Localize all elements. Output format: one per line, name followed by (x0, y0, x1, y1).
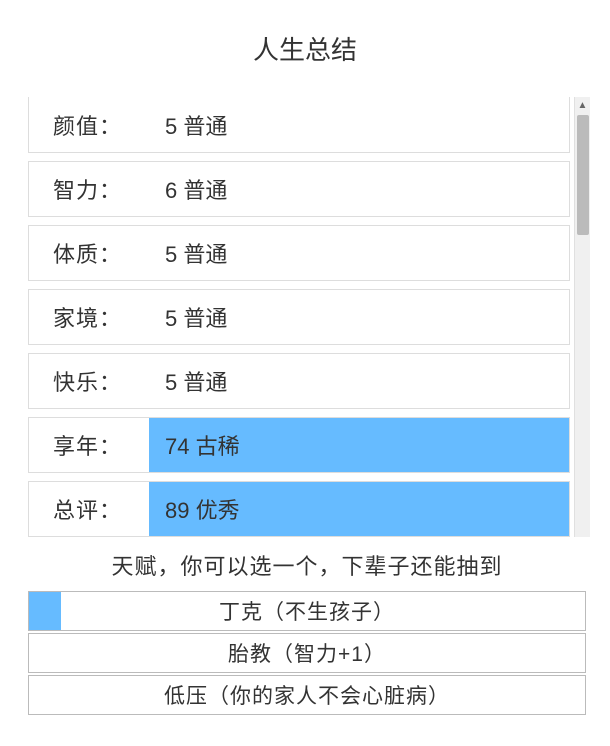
stat-label: 快乐： (29, 365, 149, 397)
stats-list: 颜值： 5 普通 智力： 6 普通 体质： 5 普通 家境： 5 普通 快乐： … (20, 97, 590, 537)
stat-row-overall: 总评： 89 优秀 (28, 481, 570, 537)
page-title: 人生总结 (20, 30, 590, 67)
stat-label: 享年： (29, 429, 149, 461)
scrollbar[interactable]: ▲ (574, 97, 590, 537)
stat-value: 6 普通 (149, 162, 569, 216)
talent-item-prenatal[interactable]: 胎教（智力+1） (28, 633, 586, 673)
talent-title: 天赋，你可以选一个，下辈子还能抽到 (28, 549, 586, 581)
talent-text: 低压（你的家人不会心脏病） (29, 680, 585, 710)
talent-item-lowpressure[interactable]: 低压（你的家人不会心脏病） (28, 675, 586, 715)
stat-row-intelligence: 智力： 6 普通 (28, 161, 570, 217)
stat-value: 5 普通 (149, 226, 569, 280)
stat-value: 74 古稀 (149, 418, 569, 472)
stat-row-happiness: 快乐： 5 普通 (28, 353, 570, 409)
stat-label: 家境： (29, 301, 149, 333)
scroll-thumb[interactable] (577, 115, 589, 235)
talent-text: 胎教（智力+1） (29, 638, 585, 668)
stat-value: 5 普通 (149, 354, 569, 408)
talent-item-dink[interactable]: 丁克（不生孩子） (28, 591, 586, 631)
talent-text: 丁克（不生孩子） (29, 596, 585, 626)
talent-section: 天赋，你可以选一个，下辈子还能抽到 丁克（不生孩子） 胎教（智力+1） 低压（你… (20, 549, 590, 715)
stats-wrapper: 颜值： 5 普通 智力： 6 普通 体质： 5 普通 家境： 5 普通 快乐： … (20, 97, 590, 537)
stat-value: 5 普通 (149, 290, 569, 344)
stat-row-appearance: 颜值： 5 普通 (28, 97, 570, 153)
main-container: 人生总结 颜值： 5 普通 智力： 6 普通 体质： 5 普通 家境： 5 普通… (0, 0, 610, 715)
scroll-arrow-up-icon[interactable]: ▲ (575, 97, 590, 113)
stat-label: 体质： (29, 237, 149, 269)
stat-label: 颜值： (29, 109, 149, 141)
stat-value: 89 优秀 (149, 482, 569, 536)
stat-row-family: 家境： 5 普通 (28, 289, 570, 345)
stat-label: 总评： (29, 493, 149, 525)
stat-value: 5 普通 (149, 97, 569, 152)
stat-row-age: 享年： 74 古稀 (28, 417, 570, 473)
stat-label: 智力： (29, 173, 149, 205)
stat-row-constitution: 体质： 5 普通 (28, 225, 570, 281)
